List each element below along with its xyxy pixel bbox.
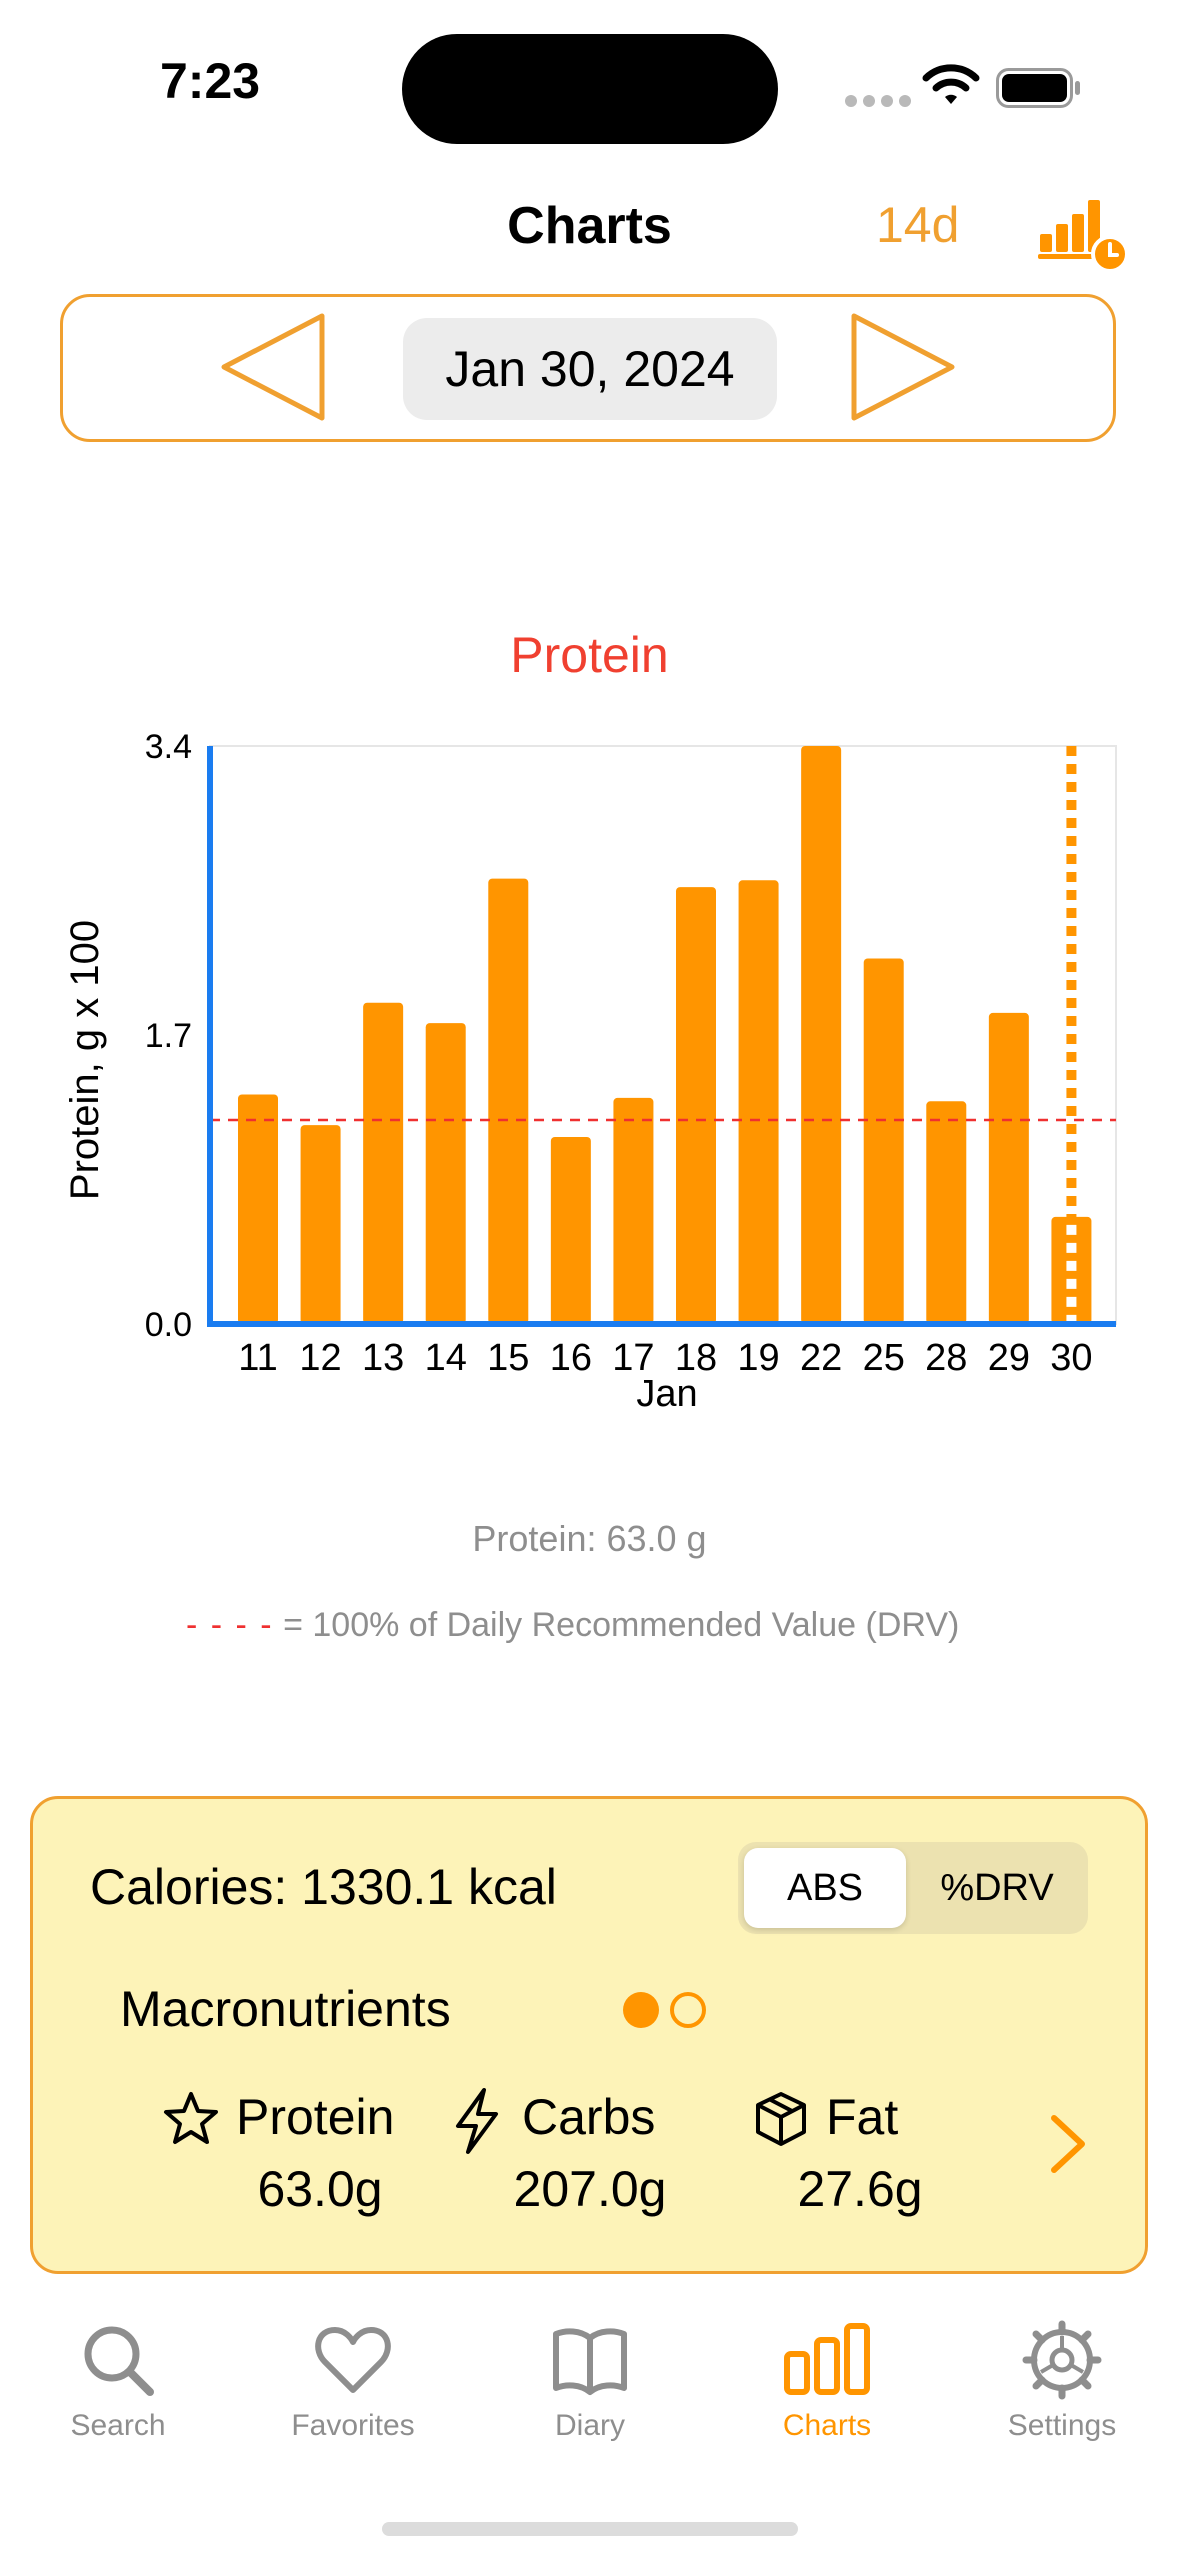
book-icon — [553, 2328, 627, 2395]
macro-protein-value: 63.0g — [257, 2161, 383, 2217]
page-indicator[interactable] — [622, 1988, 712, 2037]
y-tick-label: 3.4 — [145, 728, 192, 766]
tab-label: Settings — [1007, 2409, 1117, 2442]
status-time: 7:23 — [160, 53, 261, 109]
chart-bar[interactable] — [863, 958, 904, 1325]
x-tick-label: 30 — [1050, 1337, 1092, 1379]
date-picker[interactable]: Jan 30, 2024 — [403, 318, 777, 420]
x-tick-label: 25 — [863, 1337, 905, 1379]
x-tick-label: 11 — [238, 1337, 277, 1379]
x-tick-label: 17 — [612, 1337, 654, 1379]
tab-label: Favorites — [291, 2409, 415, 2442]
tab-charts[interactable]: Charts — [727, 2320, 927, 2443]
y-axis-label: Protein, g x 100 — [63, 920, 107, 1200]
heart-icon — [315, 2327, 391, 2393]
chart-bar[interactable] — [300, 1125, 341, 1324]
next-date-button[interactable] — [850, 312, 956, 427]
x-tick-label: 14 — [425, 1337, 467, 1379]
x-tick-label: 18 — [675, 1337, 717, 1379]
home-indicator — [382, 2522, 798, 2536]
chart-bar[interactable] — [425, 1023, 466, 1324]
chart-readout: Protein: 63.0 g — [472, 1518, 707, 1559]
tab-label: Diary — [554, 2409, 625, 2442]
tab-label: Search — [70, 2409, 166, 2442]
chart-bar[interactable] — [363, 1002, 404, 1324]
chart-history-icon[interactable] — [1036, 196, 1129, 277]
battery-icon — [996, 68, 1082, 113]
plot-frame — [209, 745, 1117, 1325]
x-axis-label: Jan — [636, 1373, 697, 1415]
chart-icon — [784, 2323, 870, 2395]
chart-bar[interactable] — [738, 880, 779, 1324]
x-tick-label: 12 — [299, 1337, 341, 1379]
cube-icon — [752, 2090, 810, 2153]
range-button[interactable]: 14d — [876, 196, 959, 254]
chart-bar[interactable] — [238, 1094, 278, 1325]
x-tick-label: 22 — [800, 1337, 842, 1379]
previous-date-button[interactable] — [220, 312, 326, 427]
drv-legend-swatch: - - - - — [186, 1606, 274, 1644]
star-icon — [162, 2090, 220, 2153]
chart-title: Protein — [510, 627, 669, 683]
tab-diary[interactable]: Diary — [490, 2320, 690, 2443]
x-tick-label: 28 — [925, 1337, 967, 1379]
macro-fat-value: 27.6g — [797, 2161, 923, 2217]
y-tick-label: 1.7 — [145, 1017, 192, 1055]
tab-label: Charts — [782, 2409, 872, 2442]
chevron-right-icon[interactable] — [1046, 2112, 1090, 2181]
calories-total: Calories: 1330.1 kcal — [90, 1859, 557, 1915]
x-tick-label: 29 — [988, 1337, 1030, 1379]
abs-segment[interactable]: ABS — [744, 1848, 906, 1928]
protein-bar-chart[interactable]: Protein, g x 100 Jan 3.4 1.7 0.0 11 12 13 14 15… — [0, 700, 1179, 1440]
macronutrients-label: Macronutrients — [120, 1981, 451, 2037]
x-tick-label: 19 — [737, 1337, 779, 1379]
macro-carbs-value: 207.0g — [513, 2161, 667, 2217]
x-tick-label: 13 — [362, 1337, 404, 1379]
x-tick-label: 15 — [487, 1337, 529, 1379]
macro-protein-name: Protein — [236, 2089, 395, 2145]
wifi-icon — [922, 62, 980, 111]
chart-bar[interactable] — [801, 746, 842, 1324]
dynamic-island — [402, 34, 778, 144]
chart-bar[interactable] — [613, 1097, 654, 1324]
drv-legend: - - - - = 100% of Daily Recommended Valu… — [186, 1606, 959, 1645]
tab-search[interactable]: Search — [18, 2320, 218, 2443]
drv-legend-text: = 100% of Daily Recommended Value (DRV) — [273, 1606, 960, 1644]
tab-settings[interactable]: Settings — [962, 2320, 1162, 2443]
page-title: Charts — [507, 197, 672, 255]
chart-bar[interactable] — [988, 1012, 1029, 1324]
search-icon — [84, 2326, 154, 2396]
gear-icon — [1022, 2320, 1102, 2400]
macro-fat-name: Fat — [826, 2089, 899, 2145]
tab-favorites[interactable]: Favorites — [253, 2320, 453, 2443]
x-tick-label: 16 — [550, 1337, 592, 1379]
chart-bar[interactable] — [488, 878, 529, 1324]
cellular-signal-icon — [845, 94, 917, 112]
chart-bar[interactable] — [550, 1137, 591, 1324]
macro-carbs-name: Carbs — [522, 2089, 656, 2145]
drv-segment[interactable]: %DRV — [912, 1848, 1082, 1928]
bolt-icon — [450, 2086, 504, 2161]
y-tick-label: 0.0 — [145, 1306, 192, 1344]
chart-bar[interactable] — [926, 1101, 967, 1324]
chart-bar[interactable] — [676, 887, 716, 1324]
